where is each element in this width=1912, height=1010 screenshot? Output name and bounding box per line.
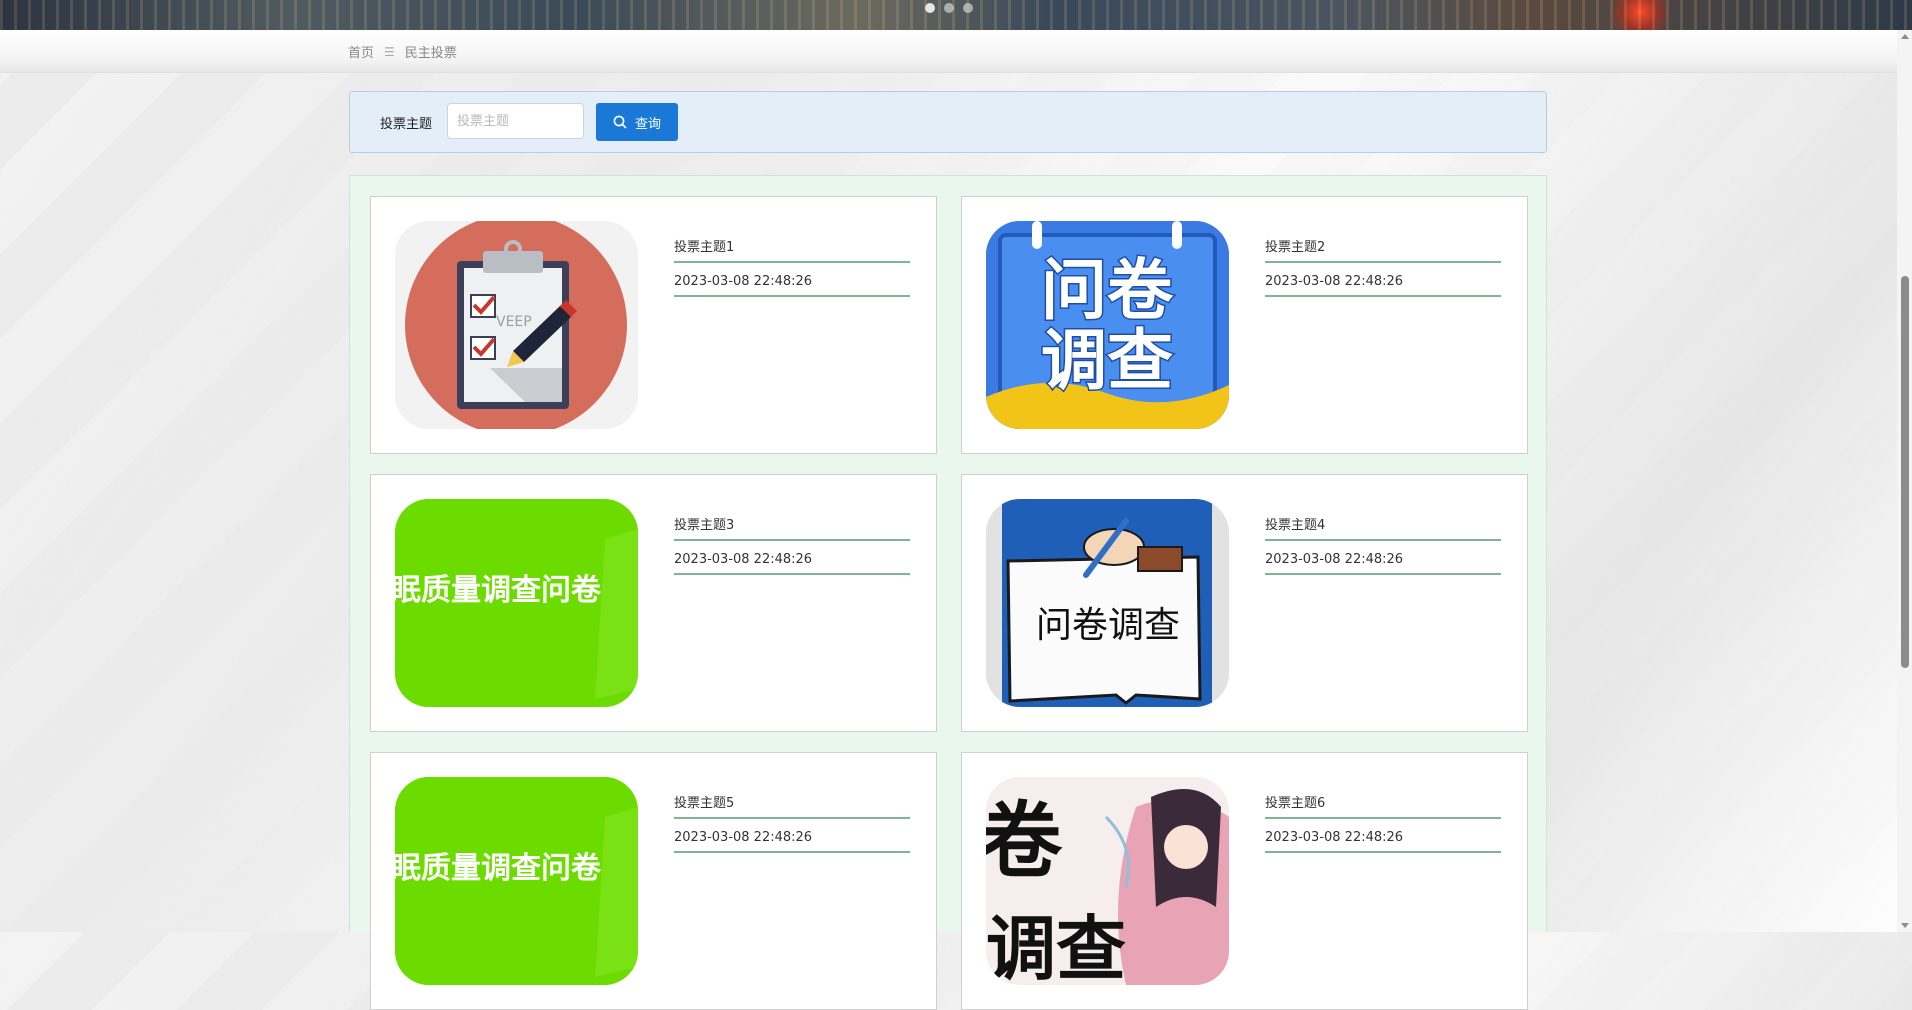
top-banner-image (0, 0, 1912, 30)
vote-card-info: 投票主题6 2023-03-08 22:48:26 (1265, 789, 1501, 853)
search-button-label: 查询 (634, 116, 661, 132)
vote-card-image[interactable]: 问卷调查 (986, 499, 1229, 707)
svg-text:问卷: 问卷 (1041, 252, 1174, 329)
breadcrumb-bar: 首页 ☰ 民主投票 (0, 30, 1897, 73)
page-scrollbar[interactable] (1897, 30, 1912, 932)
svg-text:卷: 卷 (986, 794, 1063, 889)
vote-card-5[interactable]: 眠质量调查问卷 投票主题5 2023-03-08 22:48:26 (370, 752, 937, 1010)
svg-text:眠质量调查问卷: 眠质量调查问卷 (395, 573, 602, 608)
vote-date: 2023-03-08 22:48:26 (674, 827, 910, 853)
vote-card-4[interactable]: 问卷调查 投票主题4 2023-03-08 22:48:26 (961, 474, 1528, 732)
vote-list: VEEP 投票主题1 2023-03-08 22:48:26 问卷 调查 投票主… (349, 175, 1547, 1010)
vote-card-2[interactable]: 问卷 调查 投票主题2 2023-03-08 22:48:26 (961, 196, 1528, 454)
search-button[interactable]: 查询 (596, 103, 678, 141)
clipboard-checklist-icon: VEEP (405, 221, 627, 429)
vote-card-3[interactable]: 眠质量调查问卷 投票主题3 2023-03-08 22:48:26 (370, 474, 937, 732)
svg-text:调查: 调查 (986, 908, 1126, 985)
vote-date: 2023-03-08 22:48:26 (1265, 271, 1501, 297)
vote-card-info: 投票主题2 2023-03-08 22:48:26 (1265, 233, 1501, 297)
scroll-up-arrow-icon[interactable] (1901, 34, 1909, 39)
breadcrumb-separator-icon: ☰ (384, 44, 395, 59)
vote-title[interactable]: 投票主题1 (674, 233, 910, 263)
hand-writing-survey-icon: 问卷调查 (986, 499, 1229, 707)
search-label: 投票主题 (380, 117, 433, 132)
vote-card-info: 投票主题1 2023-03-08 22:48:26 (674, 233, 910, 297)
vote-date: 2023-03-08 22:48:26 (1265, 827, 1501, 853)
vote-date: 2023-03-08 22:48:26 (1265, 549, 1501, 575)
carousel-dot-3[interactable] (963, 3, 973, 13)
search-icon (613, 115, 627, 129)
search-input[interactable] (447, 103, 584, 139)
vote-card-6[interactable]: 卷 调查 投票主题6 2023-03-08 22:48:26 (961, 752, 1528, 1010)
carousel-dot-1[interactable] (925, 3, 935, 13)
vote-card-image[interactable]: 问卷 调查 (986, 221, 1229, 429)
carousel-dot-2[interactable] (944, 3, 954, 13)
vote-card-image[interactable]: 眠质量调查问卷 (395, 499, 638, 707)
banner-light (1600, 0, 1680, 30)
vote-card-1[interactable]: VEEP 投票主题1 2023-03-08 22:48:26 (370, 196, 937, 454)
scrollbar-thumb[interactable] (1901, 276, 1909, 668)
vote-title[interactable]: 投票主题2 (1265, 233, 1501, 263)
svg-text:眠质量调查问卷: 眠质量调查问卷 (395, 851, 602, 886)
vote-date: 2023-03-08 22:48:26 (674, 271, 910, 297)
scroll-down-arrow-icon[interactable] (1901, 923, 1909, 928)
vote-card-image[interactable]: VEEP (395, 221, 638, 429)
vote-title[interactable]: 投票主题3 (674, 511, 910, 541)
breadcrumb: 首页 ☰ 民主投票 (348, 42, 457, 62)
vote-card-image[interactable]: 卷 调查 (986, 777, 1229, 985)
vote-card-info: 投票主题5 2023-03-08 22:48:26 (674, 789, 910, 853)
questionnaire-notebook-icon: 问卷 调查 (986, 221, 1229, 429)
sleep-survey-banner-icon: 眠质量调查问卷 (395, 777, 638, 985)
svg-text:VEEP: VEEP (496, 314, 532, 330)
vote-card-info: 投票主题4 2023-03-08 22:48:26 (1265, 511, 1501, 575)
breadcrumb-current: 民主投票 (404, 46, 457, 61)
anime-survey-poster-icon: 卷 调查 (986, 777, 1229, 985)
vote-title[interactable]: 投票主题6 (1265, 789, 1501, 819)
sleep-survey-banner-icon: 眠质量调查问卷 (395, 499, 638, 707)
vote-title[interactable]: 投票主题5 (674, 789, 910, 819)
svg-text:问卷调查: 问卷调查 (1036, 605, 1180, 646)
vote-card-image[interactable]: 眠质量调查问卷 (395, 777, 638, 985)
breadcrumb-home[interactable]: 首页 (348, 42, 374, 61)
vote-date: 2023-03-08 22:48:26 (674, 549, 910, 575)
vote-title[interactable]: 投票主题4 (1265, 511, 1501, 541)
svg-text:调查: 调查 (1041, 322, 1173, 399)
vote-card-info: 投票主题3 2023-03-08 22:48:26 (674, 511, 910, 575)
search-panel: 投票主题 查询 (349, 91, 1547, 153)
